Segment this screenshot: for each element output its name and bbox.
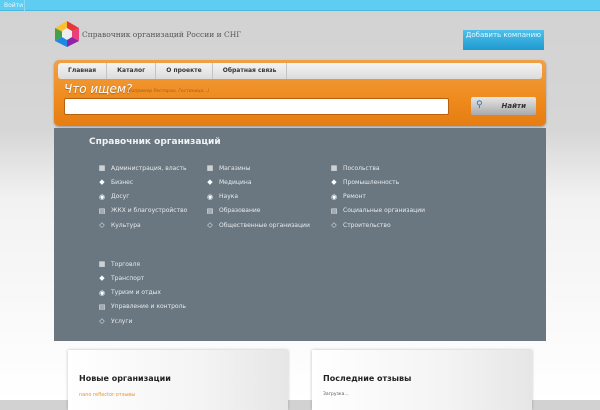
category-label: Социальные организации (343, 207, 426, 215)
category-icon: ◆ (99, 178, 105, 187)
category-label: Досуг (111, 193, 130, 201)
category-link[interactable]: ◉ Ремонт (329, 192, 366, 202)
site-title[interactable]: Справочник организаций России и СНГ (82, 30, 241, 39)
category-icon: ◇ (99, 221, 105, 230)
search-input[interactable] (64, 98, 449, 115)
category-link[interactable]: ◆ Медицина (205, 177, 252, 187)
category-link[interactable]: ▦ Магазины (205, 163, 251, 173)
category-link[interactable]: ▤ Социальные организации (329, 206, 425, 216)
category-icon: ▤ (330, 206, 338, 215)
category-label: Торговля (111, 260, 140, 268)
logo-icon[interactable] (53, 20, 81, 48)
search-hint: (например Ресторан, Гостиница...) (127, 89, 210, 94)
category-icon: ◇ (99, 317, 105, 326)
search-label: Что ищем? (64, 82, 133, 96)
category-link[interactable]: ▤ ЖКХ и благоустройство (97, 206, 188, 216)
category-label: ЖКХ и благоустройство (111, 207, 188, 215)
category-label: Медицина (219, 178, 252, 186)
category-icon: ▤ (98, 206, 106, 215)
category-label: Туризм и отдых (111, 289, 161, 297)
category-label: Транспорт (111, 274, 145, 282)
category-label: Магазины (219, 164, 251, 172)
category-link[interactable]: ◉ Досуг (97, 192, 129, 202)
category-label: Посольства (343, 164, 380, 172)
category-link[interactable]: ▦ Посольства (329, 163, 380, 173)
category-label: Администрация, власть (111, 164, 187, 172)
category-link[interactable]: ◉ Наука (205, 192, 238, 202)
search-button[interactable]: ⚲ Найти (471, 97, 536, 115)
nav-catalog[interactable]: Каталог (107, 63, 157, 79)
top-bar (0, 0, 600, 11)
category-icon: ◇ (331, 221, 337, 230)
category-label: Промышленность (343, 178, 400, 186)
category-icon: ◆ (99, 274, 105, 283)
new-org-link[interactable]: nano reflector отзывы (79, 392, 135, 398)
category-link[interactable]: ◇ Общественные организации (205, 220, 310, 230)
login-link[interactable]: Войти (0, 0, 25, 11)
category-label: Строительство (343, 221, 391, 229)
category-label: Наука (219, 193, 239, 201)
search-button-label: Найти (501, 102, 526, 110)
category-link[interactable]: ◆ Промышленность (329, 177, 399, 187)
category-link[interactable]: ▤ Управление и контроль (97, 302, 186, 312)
category-icon: ▦ (98, 260, 106, 268)
nav-feedback[interactable]: Обратная связь (213, 63, 288, 79)
category-icon: ◆ (207, 178, 213, 187)
nav-home[interactable]: Главная (58, 63, 108, 79)
category-link[interactable]: ◇ Культура (97, 220, 141, 230)
category-label: Управление и контроль (111, 303, 186, 311)
reviews-card: Последние отзывы Загрузка... (312, 350, 532, 410)
category-link[interactable]: ◆ Бизнес (97, 177, 133, 187)
category-link[interactable]: ▤ Образование (205, 206, 261, 216)
category-label: Услуги (111, 317, 133, 325)
main-nav: Главная Каталог О проекте Обратная связь (58, 63, 542, 79)
category-link[interactable]: ▦ Администрация, власть (97, 163, 187, 173)
category-link[interactable]: ◆ Транспорт (97, 273, 144, 283)
category-label: Культура (111, 221, 141, 229)
category-icon: ◉ (98, 192, 106, 201)
category-label: Образование (219, 207, 261, 215)
category-link[interactable]: ◇ Строительство (329, 220, 391, 230)
directory-title: Справочник организаций (89, 137, 221, 147)
category-label: Общественные организации (219, 221, 310, 229)
category-icon: ▤ (98, 302, 106, 311)
reviews-title: Последние отзывы (323, 374, 412, 383)
magnifier-icon: ⚲ (476, 100, 483, 110)
category-icon: ▦ (206, 164, 214, 172)
category-icon: ▦ (330, 164, 338, 172)
category-icon: ◉ (330, 192, 338, 201)
nav-about[interactable]: О проекте (156, 63, 213, 79)
category-icon: ◇ (207, 221, 213, 230)
category-icon: ▦ (98, 164, 106, 172)
add-company-button[interactable]: Добавить компанию (463, 30, 544, 50)
category-link[interactable]: ◇ Услуги (97, 316, 132, 326)
new-orgs-card: Новые организации nano reflector отзывы (68, 350, 288, 410)
category-icon: ◆ (331, 178, 337, 187)
category-label: Бизнес (111, 178, 134, 186)
reviews-loading: Загрузка... (323, 392, 349, 397)
new-orgs-title: Новые организации (79, 374, 171, 383)
category-icon: ◉ (98, 288, 106, 297)
category-label: Ремонт (343, 193, 366, 201)
category-link[interactable]: ▦ Торговля (97, 259, 140, 269)
category-icon: ▤ (206, 206, 214, 215)
category-link[interactable]: ◉ Туризм и отдых (97, 288, 161, 298)
category-icon: ◉ (206, 192, 214, 201)
